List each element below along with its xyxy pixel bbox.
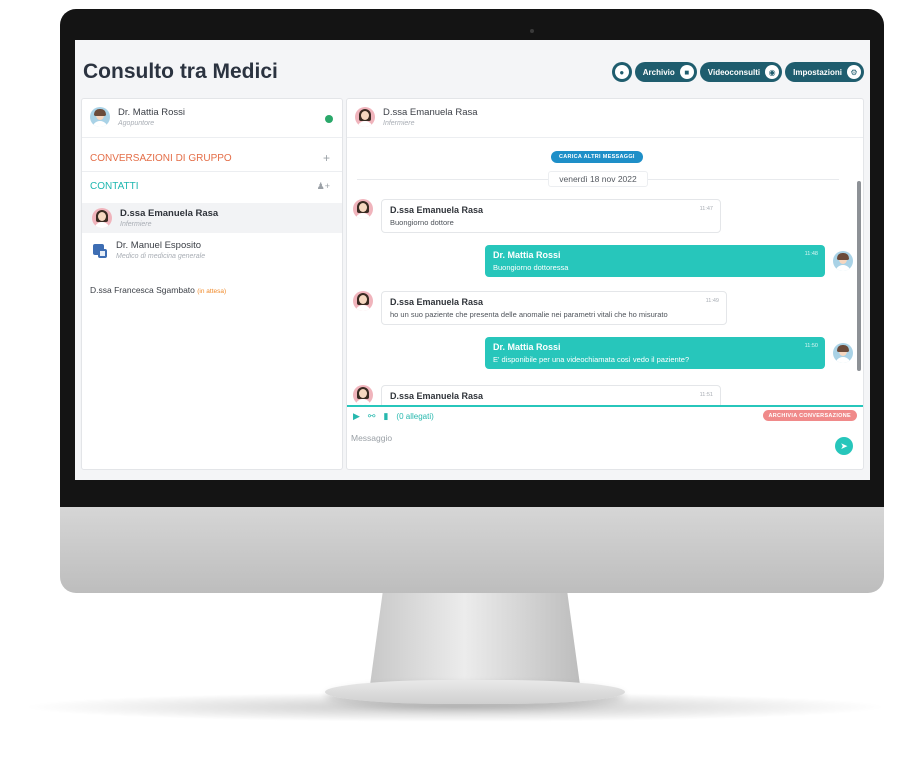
message-author: Dr. Mattia Rossi: [493, 342, 561, 352]
avatar: [90, 107, 110, 127]
message-bubble: D.ssa Emanuela Rasa ho un suo paziente c…: [381, 291, 727, 325]
chat-header: D.ssa Emanuela Rasa Infermiere: [355, 107, 478, 127]
message-bubble: Dr. Mattia Rossi Buongiorno dottoressa 1…: [485, 245, 825, 277]
monitor-chin: [60, 507, 884, 593]
avatar: [355, 107, 375, 127]
sidebar: Dr. Mattia Rossi Agopuntore CONVERSAZION…: [81, 98, 343, 470]
contact-role: Infermiere: [120, 221, 152, 228]
avatar: [833, 343, 853, 363]
paperclip-icon[interactable]: ⚯: [368, 411, 376, 422]
date-separator: venerdì 18 nov 2022: [347, 171, 849, 187]
add-contact-icon[interactable]: ♟+: [317, 181, 330, 192]
webcam-icon: [530, 29, 534, 33]
message-time: 11:49: [705, 298, 719, 304]
message-bubble: D.ssa Emanuela Rasa 11:51: [381, 385, 721, 405]
monitor-stand: [370, 593, 580, 685]
message-author: D.ssa Emanuela Rasa: [390, 391, 484, 401]
current-user[interactable]: Dr. Mattia Rossi Agopuntore: [90, 107, 185, 127]
message-item: D.ssa Emanuela Rasa ho un suo paziente c…: [353, 291, 727, 325]
archive-label: Archivio: [642, 67, 675, 77]
videoconsults-button[interactable]: Videoconsulti ◉: [699, 62, 783, 82]
chat-panel: D.ssa Emanuela Rasa Infermiere CARICA AL…: [346, 98, 864, 470]
notifications-button[interactable]: ●: [611, 62, 632, 82]
message-bubble: Dr. Mattia Rossi E' disponibile per una …: [485, 337, 825, 369]
chat-contact-role: Infermiere: [383, 120, 415, 127]
top-actions: ● Archivio ■ Videoconsulti ◉ Impostazion…: [611, 62, 864, 82]
archive-icon: ■: [679, 65, 694, 79]
video-call-icon[interactable]: ▶: [353, 411, 360, 422]
gear-icon: ⚙: [847, 65, 861, 79]
message-text: E' disponibile per una videochiamata cos…: [493, 355, 690, 364]
add-group-icon[interactable]: +: [323, 151, 330, 165]
message-list[interactable]: CARICA ALTRI MESSAGGI venerdì 18 nov 202…: [347, 139, 863, 405]
avatar: [353, 199, 373, 219]
composer-divider: [347, 405, 863, 407]
message-bubble: D.ssa Emanuela Rasa Buongiorno dottore 1…: [381, 199, 721, 233]
message-time: 11:50: [804, 343, 818, 349]
message-author: Dr. Mattia Rossi: [493, 250, 561, 260]
avatar: [353, 291, 373, 311]
group-conversations-title: CONVERSAZIONI DI GRUPPO: [90, 153, 232, 164]
page-title: Consulto tra Medici: [83, 60, 278, 83]
message-text: Buongiorno dottore: [390, 218, 454, 227]
send-button[interactable]: ➤: [835, 437, 853, 455]
message-time: 11:48: [804, 251, 818, 257]
message-author: D.ssa Emanuela Rasa: [390, 205, 484, 215]
contact-name: Dr. Manuel Esposito: [116, 240, 202, 251]
divider: [82, 137, 342, 138]
pending-status-badge: (in attesa): [197, 288, 227, 295]
avatar: [353, 385, 373, 405]
current-user-name: Dr. Mattia Rossi: [118, 107, 186, 118]
pending-contact[interactable]: D.ssa Francesca Sgambato (in attesa): [90, 285, 226, 295]
bell-icon: ●: [614, 65, 629, 79]
video-icon: ◉: [765, 65, 780, 79]
videoconsults-label: Videoconsulti: [707, 67, 761, 77]
contact-role: Medico di medicina generale: [116, 253, 206, 260]
doctor-document-icon: [92, 242, 108, 258]
message-text: Buongiorno dottoressa: [493, 263, 569, 272]
monitor-base: [325, 680, 625, 704]
contact-item-emanuela-rasa[interactable]: D.ssa Emanuela Rasa Infermiere: [82, 203, 342, 233]
message-input[interactable]: [351, 433, 791, 443]
archive-button[interactable]: Archivio ■: [634, 62, 697, 82]
online-status-indicator: [325, 115, 333, 123]
pending-contact-name: D.ssa Francesca Sgambato: [90, 285, 195, 295]
attachments-count[interactable]: (0 allegati): [396, 412, 433, 421]
message-item: D.ssa Emanuela Rasa Buongiorno dottore 1…: [353, 199, 721, 233]
settings-label: Impostazioni: [793, 67, 842, 77]
load-more-button[interactable]: CARICA ALTRI MESSAGGI: [551, 151, 643, 163]
attachments-icon[interactable]: ▮: [383, 411, 388, 422]
message-item: D.ssa Emanuela Rasa 11:51: [353, 385, 721, 405]
divider: [82, 171, 342, 172]
message-item: Dr. Mattia Rossi E' disponibile per una …: [485, 337, 853, 369]
avatar: [92, 208, 112, 228]
divider: [347, 137, 863, 138]
message-author: D.ssa Emanuela Rasa: [390, 297, 484, 307]
contact-item-manuel-esposito[interactable]: Dr. Manuel Esposito Medico di medicina g…: [82, 235, 342, 265]
message-item: Dr. Mattia Rossi Buongiorno dottoressa 1…: [485, 245, 853, 277]
chat-scrollbar[interactable]: [857, 181, 861, 371]
message-time: 11:47: [699, 206, 713, 212]
current-user-role: Agopuntore: [118, 120, 155, 127]
settings-button[interactable]: Impostazioni ⚙: [785, 62, 864, 82]
app-window: Consulto tra Medici ● Archivio ■ Videoco…: [75, 40, 870, 480]
contacts-title: CONTATTI: [90, 181, 139, 192]
archive-conversation-button[interactable]: ARCHIVIA CONVERSAZIONE: [762, 410, 857, 421]
date-label: venerdì 18 nov 2022: [548, 171, 648, 187]
message-time: 11:51: [699, 392, 713, 398]
send-icon: ➤: [840, 440, 848, 451]
avatar: [833, 251, 853, 271]
composer-toolbar: ▶ ⚯ ▮ (0 allegati): [353, 411, 434, 422]
chat-contact-name: D.ssa Emanuela Rasa: [383, 107, 478, 118]
message-text: ho un suo paziente che presenta delle an…: [390, 310, 668, 319]
contact-name: D.ssa Emanuela Rasa: [120, 208, 219, 219]
